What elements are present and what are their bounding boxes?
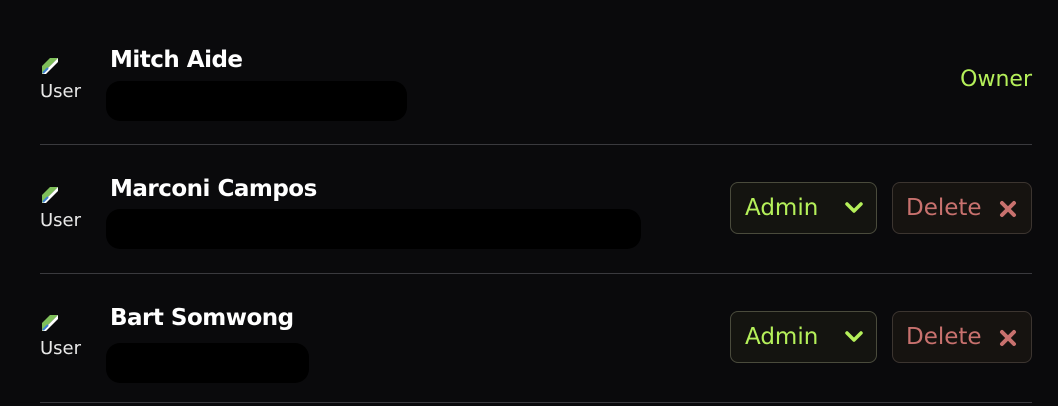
- role-select-value: Admin: [745, 195, 819, 221]
- delete-member-button[interactable]: Delete: [892, 311, 1032, 363]
- email-redacted: [106, 209, 641, 249]
- avatar-alt-text: User: [40, 210, 82, 231]
- email-redacted: [106, 343, 309, 383]
- role-select[interactable]: Admin: [730, 182, 877, 234]
- member-name: Marconi Campos: [110, 176, 317, 202]
- members-list: User Mitch Aide Owner User Marconi Campo…: [0, 0, 1058, 406]
- avatar: User: [40, 313, 86, 359]
- role-select-value: Admin: [745, 324, 819, 350]
- member-name: Bart Somwong: [110, 305, 294, 331]
- delete-label: Delete: [906, 195, 982, 221]
- member-row: User Mitch Aide Owner: [40, 16, 1032, 145]
- role-label-owner: Owner: [960, 67, 1032, 92]
- chevron-down-icon: [845, 202, 863, 213]
- close-icon: [1000, 330, 1016, 346]
- close-icon: [1000, 201, 1016, 217]
- member-name: Mitch Aide: [110, 47, 243, 73]
- email-redacted: [106, 81, 407, 121]
- chevron-down-icon: [845, 331, 863, 342]
- avatar-alt-text: User: [40, 81, 82, 102]
- member-row: User Marconi Campos Admin Delete: [40, 145, 1032, 274]
- broken-image-icon: [42, 315, 58, 331]
- avatar-alt-text: User: [40, 338, 82, 359]
- delete-member-button[interactable]: Delete: [892, 182, 1032, 234]
- role-select[interactable]: Admin: [730, 311, 877, 363]
- avatar: User: [40, 56, 86, 102]
- divider: [40, 402, 1032, 403]
- broken-image-icon: [42, 187, 58, 203]
- broken-image-icon: [42, 58, 58, 74]
- avatar: User: [40, 185, 86, 231]
- delete-label: Delete: [906, 324, 982, 350]
- member-row: User Bart Somwong Admin Delete: [40, 274, 1032, 403]
